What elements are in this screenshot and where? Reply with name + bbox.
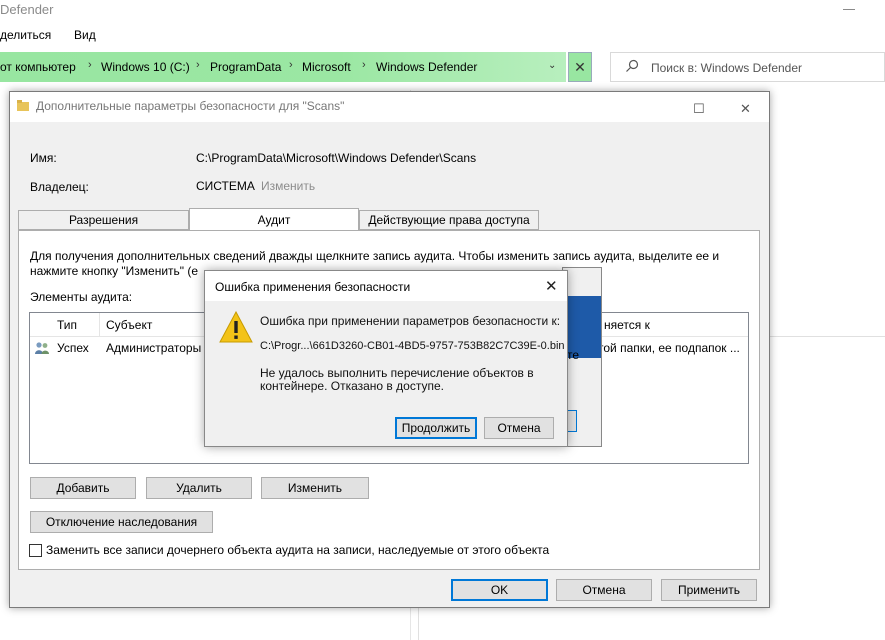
- owner-value: СИСТЕМА: [196, 179, 255, 193]
- replace-child-entries-checkbox[interactable]: [29, 544, 42, 557]
- error-dialog-title: Ошибка применения безопасности: [215, 280, 411, 294]
- remove-button[interactable]: Удалить: [146, 477, 252, 499]
- name-label: Имя:: [30, 151, 57, 165]
- search-input[interactable]: Поиск в: Windows Defender: [610, 52, 885, 82]
- tab-effective-access[interactable]: Действующие права доступа: [359, 210, 539, 230]
- disable-inheritance-button[interactable]: Отключение наследования: [30, 511, 213, 533]
- audit-info-text-line1: Для получения дополнительных сведений дв…: [30, 249, 720, 263]
- audit-elements-label: Элементы аудита:: [30, 290, 133, 304]
- tab-audit[interactable]: Аудит: [189, 208, 359, 230]
- search-placeholder: Поиск в: Windows Defender: [651, 61, 803, 75]
- ribbon-tab-view[interactable]: Вид: [74, 28, 96, 42]
- dialog-title: Дополнительные параметры безопасности дл…: [36, 99, 345, 113]
- tab-strip: Разрешения Аудит Действующие права досту…: [18, 208, 758, 230]
- partial-dialog-text: те: [567, 348, 580, 362]
- cancel-button[interactable]: Отмена: [556, 579, 652, 601]
- warning-icon: [219, 311, 253, 343]
- column-header-type[interactable]: Тип: [57, 318, 77, 332]
- users-icon: [35, 342, 49, 354]
- column-header-applies-to[interactable]: няется к: [604, 318, 650, 332]
- apply-button[interactable]: Применить: [661, 579, 757, 601]
- breadcrumb-separator-icon[interactable]: ›: [196, 59, 200, 71]
- replace-child-entries-label[interactable]: Заменить все записи дочернего объекта ау…: [46, 543, 549, 557]
- add-button[interactable]: Добавить: [30, 477, 136, 499]
- tab-permissions[interactable]: Разрешения: [18, 210, 189, 230]
- close-icon: ✕: [574, 59, 586, 75]
- breadcrumb-microsoft[interactable]: Microsoft: [302, 60, 351, 74]
- dialog-title-bar[interactable]: Дополнительные параметры безопасности дл…: [10, 92, 769, 122]
- owner-change-link[interactable]: Изменить: [261, 179, 315, 193]
- error-file-path: C:\Progr...\661D3260-CB01-4BD5-9757-753B…: [260, 340, 565, 352]
- breadcrumb-programdata[interactable]: ProgramData: [210, 60, 281, 74]
- row-applies-to: той папки, ее подпапок ...: [598, 341, 740, 355]
- edit-button[interactable]: Изменить: [261, 477, 369, 499]
- chevron-down-icon[interactable]: ⌄: [548, 60, 556, 71]
- maximize-icon: ☐: [693, 101, 705, 116]
- column-header-subject[interactable]: Субъект: [106, 318, 152, 332]
- row-subject: Администраторы: [106, 341, 202, 355]
- error-cancel-button[interactable]: Отмена: [484, 417, 554, 439]
- error-message-line1: Ошибка при применении параметров безопас…: [260, 314, 561, 328]
- breadcrumb-windows-defender[interactable]: Windows Defender: [376, 60, 477, 74]
- error-message-line2: Не удалось выполнить перечисление объект…: [260, 366, 534, 380]
- folder-icon: [17, 100, 29, 111]
- owner-label: Владелец:: [30, 180, 89, 194]
- error-message-line3: контейнере. Отказано в доступе.: [260, 379, 444, 393]
- name-value: C:\ProgramData\Microsoft\Windows Defende…: [196, 151, 477, 165]
- address-bar[interactable]: от компьютер › Windows 10 (C:) › Program…: [0, 52, 566, 82]
- background-progress-dialog: те: [562, 267, 602, 447]
- ribbon-tab-share[interactable]: делиться: [0, 28, 51, 42]
- address-clear-button[interactable]: ✕: [568, 52, 592, 82]
- audit-info-text-line2: нажмите кнопку "Изменить" (е: [30, 264, 199, 278]
- security-error-dialog: Ошибка применения безопасности ✕ Ошибка …: [204, 270, 568, 447]
- breadcrumb-separator-icon[interactable]: ›: [289, 59, 293, 71]
- explorer-window-title: Defender: [0, 2, 54, 17]
- minimize-icon[interactable]: [843, 9, 855, 10]
- breadcrumb-this-pc[interactable]: от компьютер: [0, 60, 76, 74]
- breadcrumb-separator-icon[interactable]: ›: [362, 59, 366, 71]
- row-type: Успех: [57, 341, 89, 355]
- error-dialog-title-bar[interactable]: Ошибка применения безопасности ✕: [205, 271, 567, 301]
- breadcrumb-separator-icon[interactable]: ›: [88, 59, 92, 71]
- maximize-button[interactable]: ☐: [677, 92, 721, 122]
- explorer-title-bar: Defender: [0, 0, 885, 20]
- close-button[interactable]: ✕: [724, 92, 768, 122]
- close-icon[interactable]: ✕: [545, 277, 558, 295]
- ok-button[interactable]: OK: [451, 579, 548, 601]
- column-divider[interactable]: [99, 313, 100, 337]
- close-icon: ✕: [740, 101, 751, 116]
- breadcrumb-drive[interactable]: Windows 10 (C:): [101, 60, 190, 74]
- search-icon: [626, 59, 639, 72]
- continue-button[interactable]: Продолжить: [395, 417, 477, 439]
